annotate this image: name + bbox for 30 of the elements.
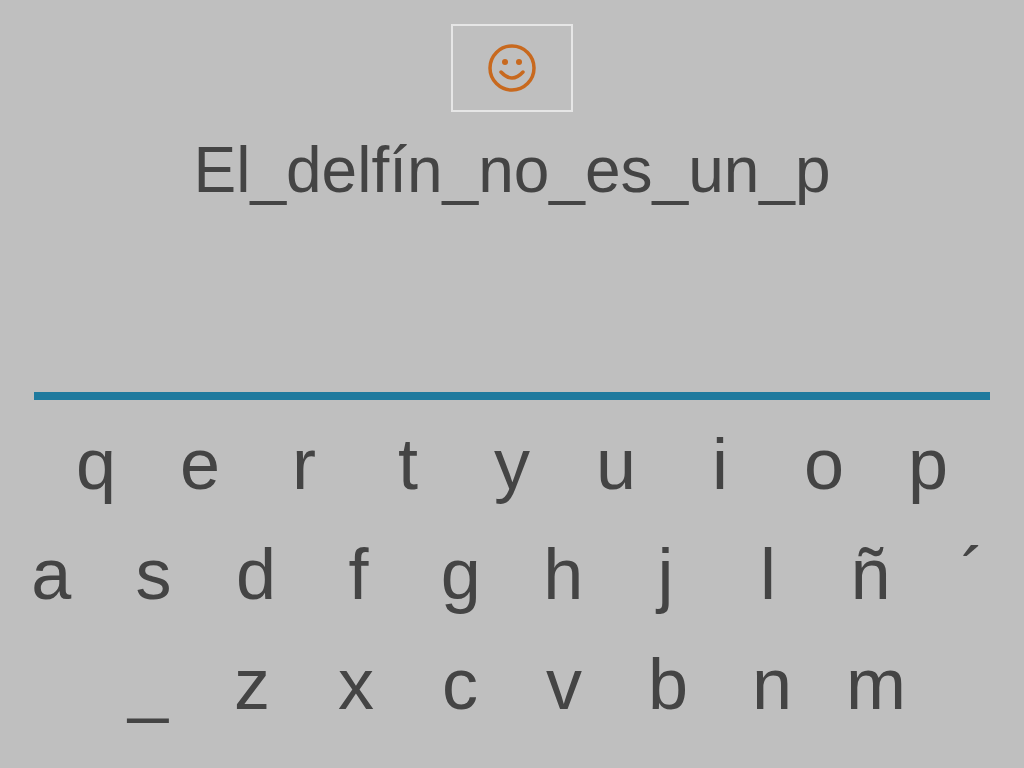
smiley-icon <box>486 42 538 94</box>
letter-key[interactable]: d <box>204 532 308 616</box>
letter-key[interactable]: l <box>716 532 820 616</box>
letter-key[interactable]: o <box>772 422 876 506</box>
letter-key[interactable]: _ <box>96 642 200 726</box>
letter-key[interactable]: u <box>564 422 668 506</box>
letter-key[interactable]: c <box>408 642 512 726</box>
letter-key[interactable]: x <box>304 642 408 726</box>
letter-key[interactable]: i <box>668 422 772 506</box>
letter-key[interactable]: z <box>200 642 304 726</box>
letter-key[interactable]: b <box>616 642 720 726</box>
letter-key[interactable]: r <box>252 422 356 506</box>
letter-key[interactable]: p <box>876 422 980 506</box>
letter-key[interactable]: n <box>720 642 824 726</box>
letter-key[interactable]: ñ <box>819 532 922 616</box>
letter-key[interactable]: y <box>460 422 564 506</box>
letter-key[interactable]: j <box>614 532 717 616</box>
letter-key[interactable]: g <box>409 532 512 616</box>
letter-key[interactable]: m <box>824 642 928 726</box>
answer-text: El_delfín_no_es_un_p <box>193 134 831 206</box>
letter-key[interactable]: a <box>0 532 103 616</box>
letter-key[interactable]: s <box>102 532 205 616</box>
letter-key[interactable]: e <box>148 422 252 506</box>
smiley-button[interactable] <box>451 24 573 112</box>
letter-key[interactable]: t <box>356 422 460 506</box>
letter-key[interactable]: q <box>44 422 148 506</box>
letter-key[interactable]: v <box>512 642 616 726</box>
letter-key[interactable]: f <box>307 532 410 616</box>
letter-key[interactable]: ´ <box>921 532 1024 616</box>
letter-key[interactable]: h <box>512 532 615 616</box>
